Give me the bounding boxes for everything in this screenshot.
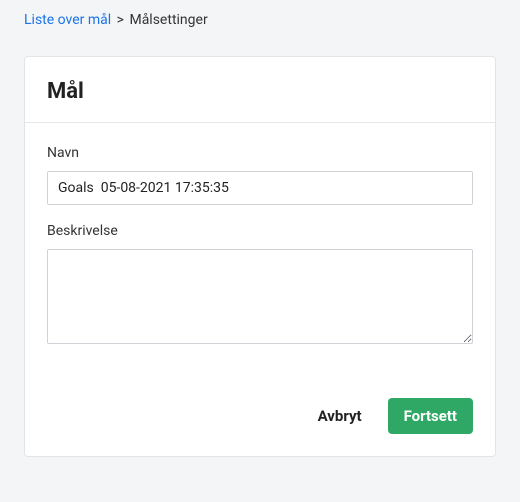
card-header: Mål [25, 57, 495, 123]
name-label: Navn [47, 145, 473, 161]
goal-card: Mål Navn Beskrivelse Avbryt Fortsett [24, 56, 496, 457]
name-input[interactable] [47, 171, 473, 205]
card-body: Navn Beskrivelse [25, 123, 495, 384]
breadcrumb-current: Målsettinger [129, 12, 207, 28]
description-textarea[interactable] [47, 249, 473, 344]
page-title: Mål [47, 79, 473, 104]
breadcrumb-separator: > [117, 12, 124, 28]
breadcrumb-link-goal-list[interactable]: Liste over mål [24, 12, 111, 28]
breadcrumb: Liste over mål > Målsettinger [0, 0, 520, 28]
card-footer: Avbryt Fortsett [25, 384, 495, 456]
continue-button[interactable]: Fortsett [388, 398, 473, 434]
description-label: Beskrivelse [47, 223, 473, 239]
form-group-name: Navn [47, 145, 473, 205]
cancel-button[interactable]: Avbryt [302, 398, 378, 434]
form-group-description: Beskrivelse [47, 223, 473, 348]
